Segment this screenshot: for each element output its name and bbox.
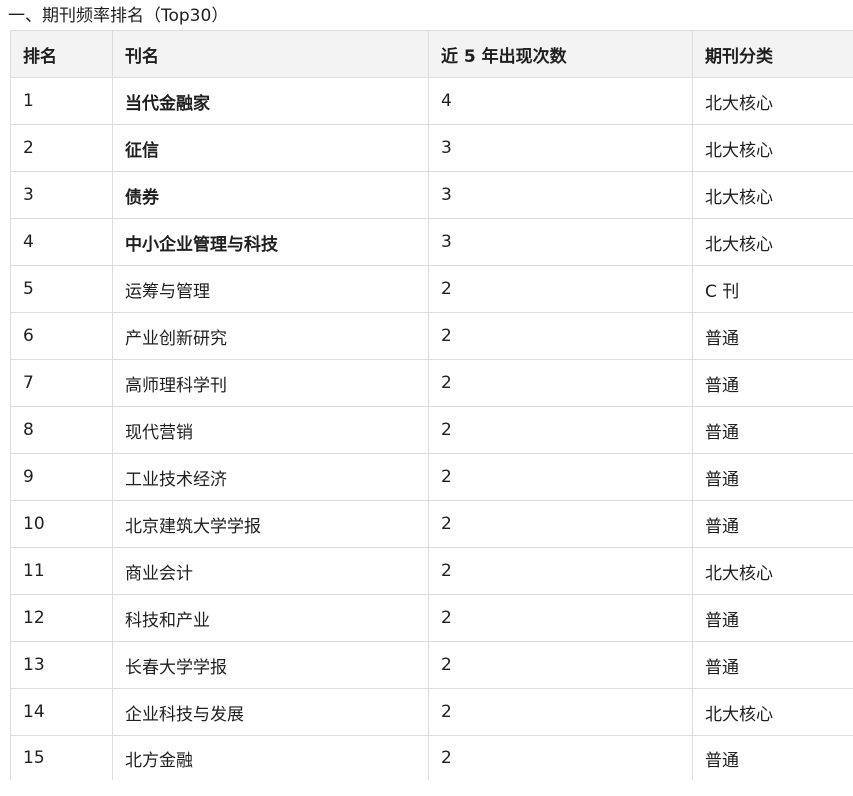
journal-name-cell: 商业会计 (112, 547, 429, 595)
journal-name-cell: 运筹与管理 (112, 265, 429, 313)
header-rank: 排名 (10, 30, 113, 78)
category-cell: 普通 (692, 359, 853, 407)
rank-cell: 5 (10, 265, 113, 313)
journal-ranking-table: 排名 刊名 近 5 年出现次数 期刊分类 1 当代金融家 4 北大核心 2 征信 3 北大核心… (10, 30, 853, 780)
table-row: 13 长春大学学报 2 普通 (10, 641, 853, 689)
table-row: 1 当代金融家 4 北大核心 (10, 77, 853, 125)
journal-name-cell: 现代营销 (112, 406, 429, 454)
count-cell: 2 (428, 312, 693, 360)
rank-cell: 9 (10, 453, 113, 501)
category-cell: 普通 (692, 735, 853, 780)
rank-cell: 1 (10, 77, 113, 125)
table-row: 10 北京建筑大学学报 2 普通 (10, 500, 853, 548)
journal-name-cell: 北方金融 (112, 735, 429, 780)
category-cell: 普通 (692, 312, 853, 360)
header-category: 期刊分类 (692, 30, 853, 78)
category-cell: 普通 (692, 641, 853, 689)
category-cell: 北大核心 (692, 124, 853, 172)
table-row: 3 债券 3 北大核心 (10, 171, 853, 219)
category-cell: 普通 (692, 500, 853, 548)
count-cell: 2 (428, 453, 693, 501)
rank-cell: 13 (10, 641, 113, 689)
count-cell: 2 (428, 735, 693, 780)
rank-cell: 8 (10, 406, 113, 454)
journal-name-cell: 高师理科学刊 (112, 359, 429, 407)
rank-cell: 7 (10, 359, 113, 407)
count-cell: 2 (428, 641, 693, 689)
rank-cell: 11 (10, 547, 113, 595)
rank-cell: 4 (10, 218, 113, 266)
section-heading: 一、期刊频率排名（Top30） (8, 6, 229, 26)
rank-cell: 10 (10, 500, 113, 548)
table-row: 5 运筹与管理 2 C 刊 (10, 265, 853, 313)
journal-name-cell: 中小企业管理与科技 (112, 218, 429, 266)
table-row: 12 科技和产业 2 普通 (10, 594, 853, 642)
rank-cell: 12 (10, 594, 113, 642)
category-cell: 普通 (692, 406, 853, 454)
category-cell: 北大核心 (692, 547, 853, 595)
rank-cell: 3 (10, 171, 113, 219)
category-cell: 普通 (692, 453, 853, 501)
count-cell: 2 (428, 265, 693, 313)
table-body: 1 当代金融家 4 北大核心 2 征信 3 北大核心 3 债券 3 北大核心 4 中小企业管理与科技 3 北大… (10, 77, 853, 780)
header-count: 近 5 年出现次数 (428, 30, 693, 78)
table-header-row: 排名 刊名 近 5 年出现次数 期刊分类 (10, 30, 853, 78)
journal-name-cell: 当代金融家 (112, 77, 429, 125)
category-cell: C 刊 (692, 265, 853, 313)
category-cell: 北大核心 (692, 171, 853, 219)
count-cell: 2 (428, 594, 693, 642)
category-cell: 北大核心 (692, 77, 853, 125)
table-row: 15 北方金融 2 普通 (10, 735, 853, 780)
table-row: 9 工业技术经济 2 普通 (10, 453, 853, 501)
category-cell: 北大核心 (692, 218, 853, 266)
journal-name-cell: 征信 (112, 124, 429, 172)
category-cell: 北大核心 (692, 688, 853, 736)
journal-name-cell: 企业科技与发展 (112, 688, 429, 736)
journal-name-cell: 长春大学学报 (112, 641, 429, 689)
table-row: 8 现代营销 2 普通 (10, 406, 853, 454)
count-cell: 2 (428, 359, 693, 407)
count-cell: 3 (428, 171, 693, 219)
table-row: 11 商业会计 2 北大核心 (10, 547, 853, 595)
count-cell: 4 (428, 77, 693, 125)
count-cell: 3 (428, 124, 693, 172)
table-row: 2 征信 3 北大核心 (10, 124, 853, 172)
journal-name-cell: 债券 (112, 171, 429, 219)
category-cell: 普通 (692, 594, 853, 642)
count-cell: 2 (428, 406, 693, 454)
rank-cell: 15 (10, 735, 113, 780)
rank-cell: 6 (10, 312, 113, 360)
table-row: 6 产业创新研究 2 普通 (10, 312, 853, 360)
count-cell: 2 (428, 547, 693, 595)
journal-name-cell: 产业创新研究 (112, 312, 429, 360)
header-journal-name: 刊名 (112, 30, 429, 78)
count-cell: 2 (428, 500, 693, 548)
table-row: 14 企业科技与发展 2 北大核心 (10, 688, 853, 736)
rank-cell: 2 (10, 124, 113, 172)
count-cell: 3 (428, 218, 693, 266)
journal-name-cell: 科技和产业 (112, 594, 429, 642)
journal-name-cell: 北京建筑大学学报 (112, 500, 429, 548)
table-row: 4 中小企业管理与科技 3 北大核心 (10, 218, 853, 266)
journal-name-cell: 工业技术经济 (112, 453, 429, 501)
rank-cell: 14 (10, 688, 113, 736)
table-row: 7 高师理科学刊 2 普通 (10, 359, 853, 407)
count-cell: 2 (428, 688, 693, 736)
